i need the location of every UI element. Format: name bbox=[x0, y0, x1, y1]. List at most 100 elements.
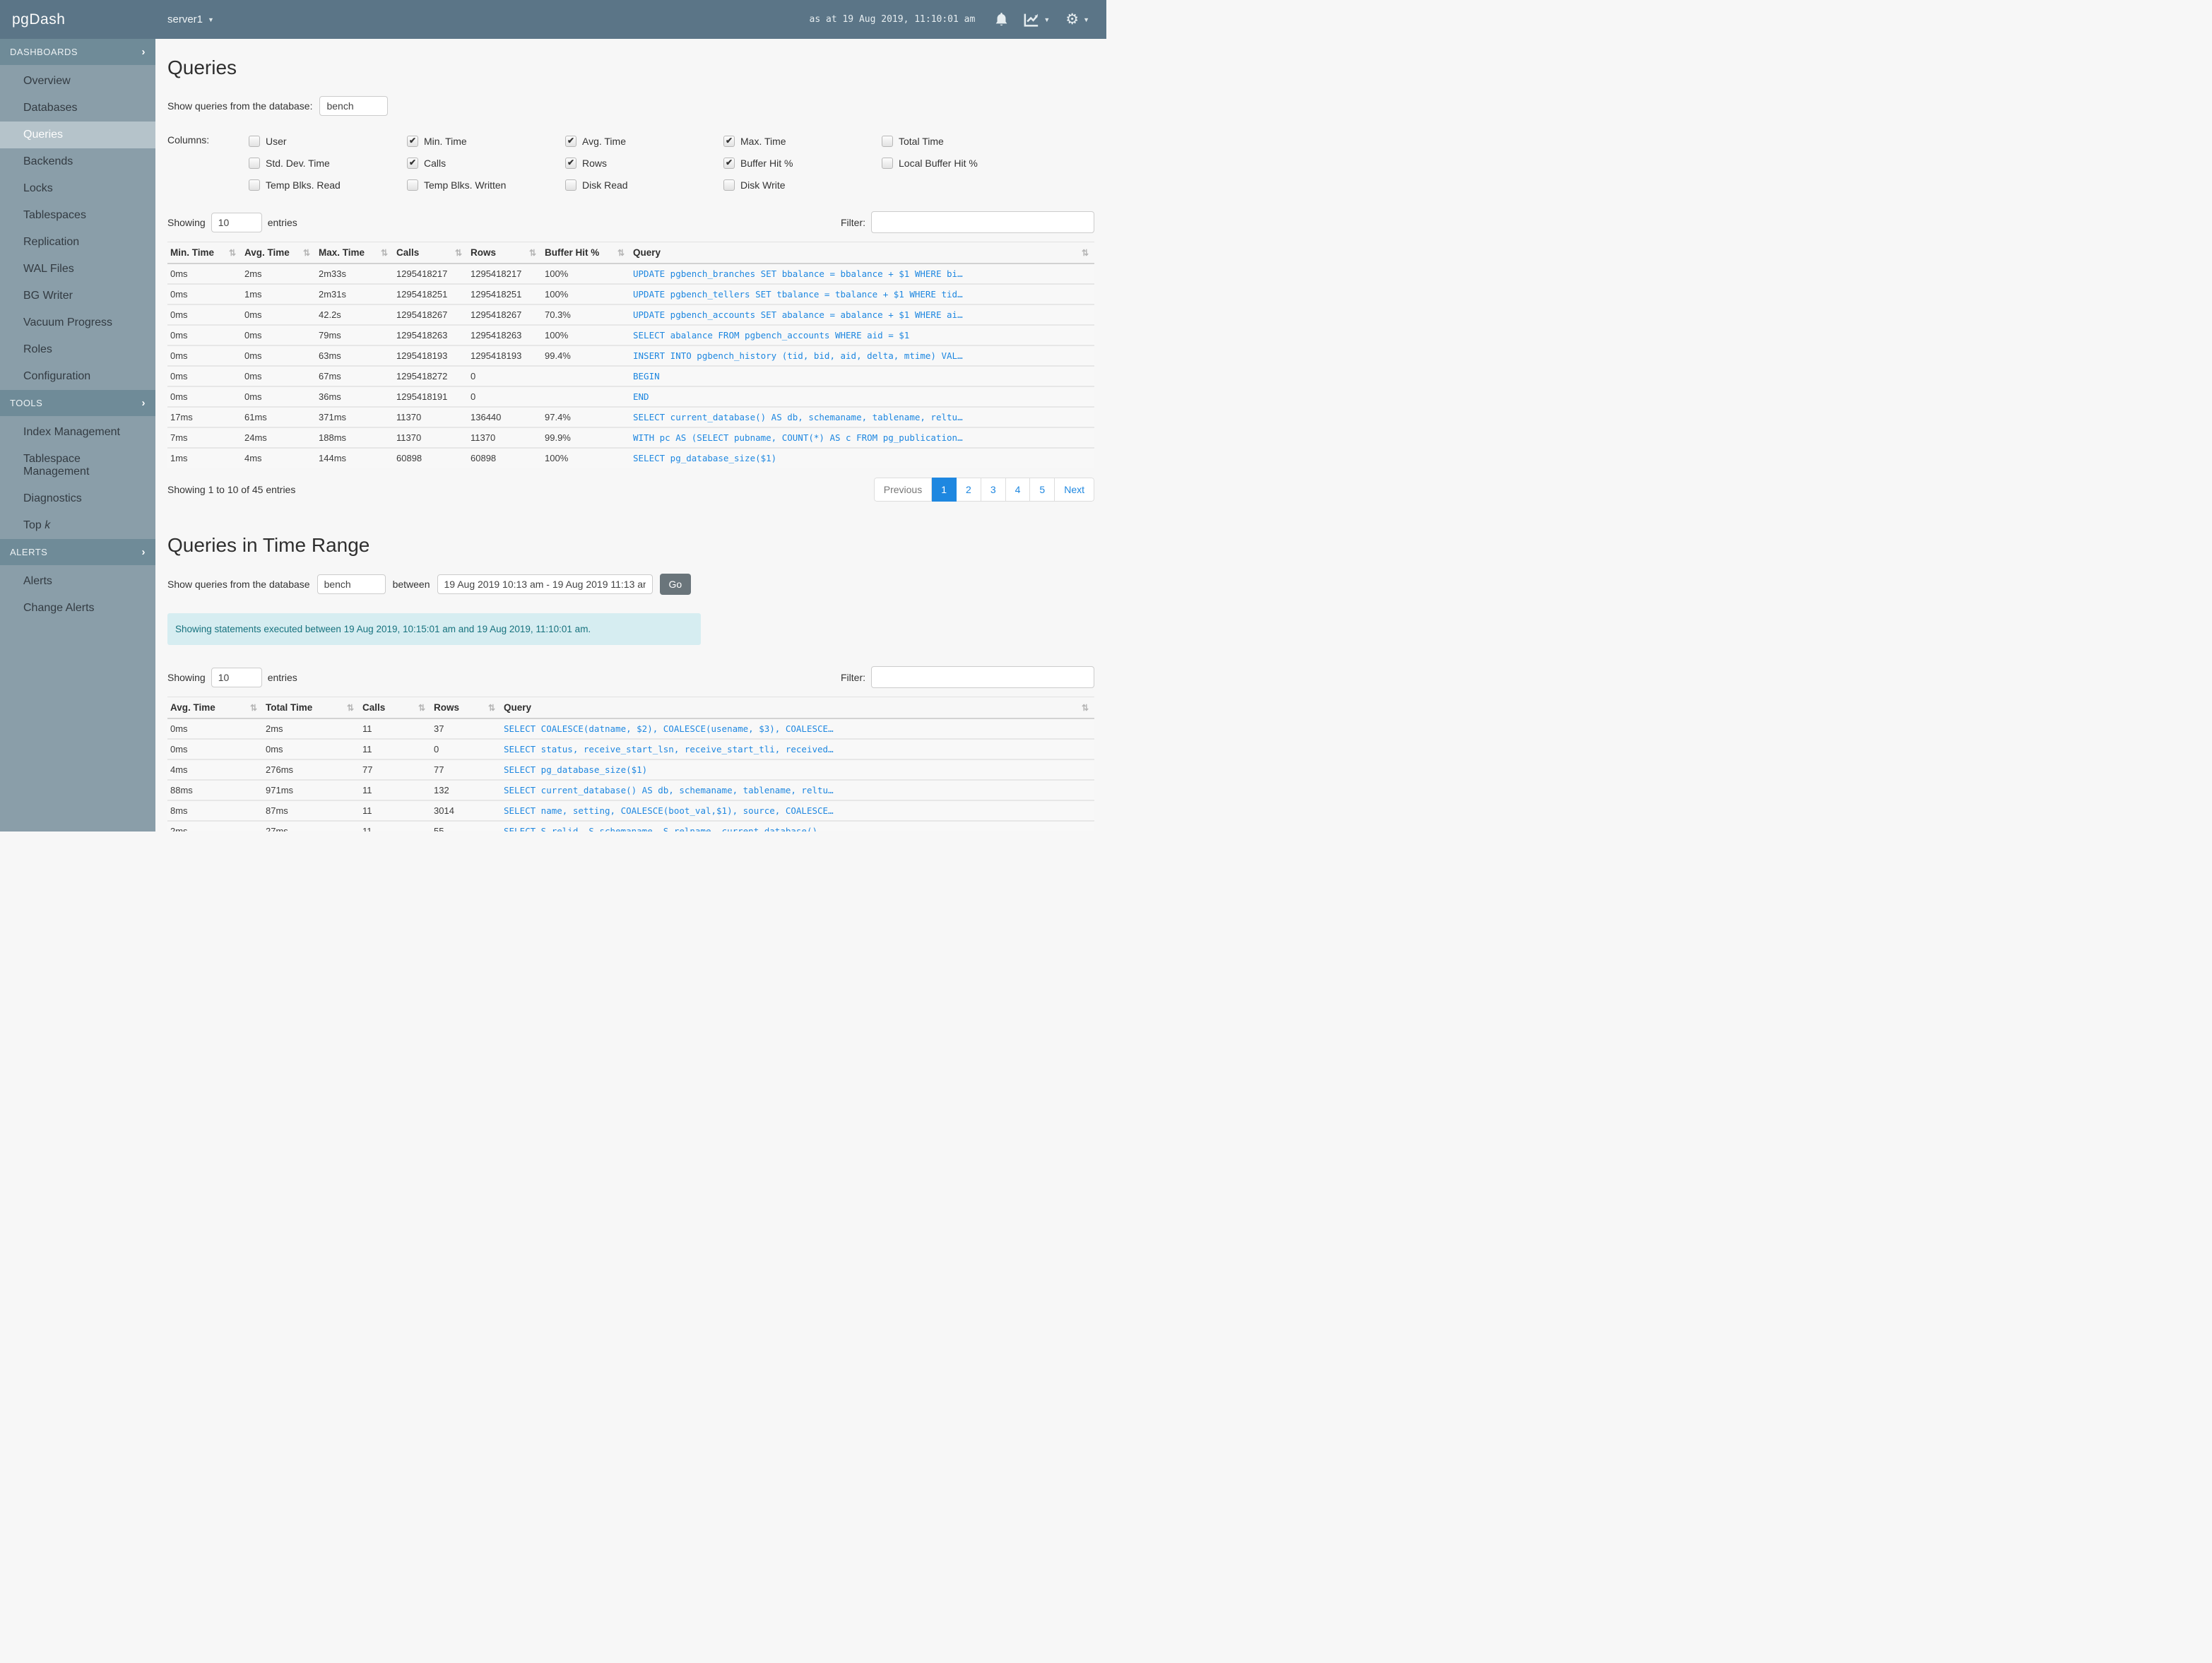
sidebar-section-tools[interactable]: TOOLS › bbox=[0, 390, 155, 416]
checkbox-disk-write[interactable]: Disk Write bbox=[723, 177, 882, 193]
column-header-min-time[interactable]: Min. Time ⇅ bbox=[167, 242, 242, 264]
query-link[interactable]: UPDATE pgbench_accounts SET abalance = a… bbox=[633, 309, 963, 320]
sidebar-item-databases[interactable]: Databases bbox=[0, 95, 155, 122]
sidebar-item-alerts[interactable]: Alerts bbox=[0, 568, 155, 595]
sidebar-item-diagnostics[interactable]: Diagnostics bbox=[0, 485, 155, 512]
query-link[interactable]: END bbox=[633, 391, 649, 402]
checkbox-buffer-hit[interactable]: Buffer Hit % bbox=[723, 155, 882, 171]
checkbox-min-time[interactable]: Min. Time bbox=[407, 133, 565, 149]
checkbox-box[interactable] bbox=[565, 179, 576, 191]
page-size-input[interactable] bbox=[211, 212, 262, 232]
checkbox-box[interactable] bbox=[565, 157, 576, 169]
column-header-rows[interactable]: Rows ⇅ bbox=[431, 697, 501, 719]
query-link[interactable]: UPDATE pgbench_branches SET bbalance = b… bbox=[633, 268, 963, 279]
checkbox-disk-read[interactable]: Disk Read bbox=[565, 177, 723, 193]
checkbox-box[interactable] bbox=[723, 157, 735, 169]
checkbox-calls[interactable]: Calls bbox=[407, 155, 565, 171]
column-header-calls[interactable]: Calls ⇅ bbox=[394, 242, 468, 264]
checkbox-box[interactable] bbox=[407, 135, 418, 147]
settings-menu-button[interactable]: ⚙ ▼ bbox=[1065, 12, 1089, 27]
table-row: 8ms 87ms 11 3014 SELECT name, setting, COALE… bbox=[167, 800, 1094, 821]
column-header-avg-time[interactable]: Avg. Time ⇅ bbox=[242, 242, 316, 264]
sidebar-item-locks[interactable]: Locks bbox=[0, 175, 155, 202]
page-size-input[interactable] bbox=[211, 667, 262, 687]
query-link[interactable]: SELECT current_database() AS db, scheman… bbox=[633, 412, 963, 422]
checkbox-max-time[interactable]: Max. Time bbox=[723, 133, 882, 149]
checkbox-box[interactable] bbox=[723, 135, 735, 147]
sidebar-item-change-alerts[interactable]: Change Alerts bbox=[0, 595, 155, 622]
sidebar-item-overview[interactable]: Overview bbox=[0, 68, 155, 95]
query-link[interactable]: WITH pc AS (SELECT pubname, COUNT(*) AS … bbox=[633, 432, 963, 443]
column-header-calls[interactable]: Calls ⇅ bbox=[360, 697, 431, 719]
column-header-query[interactable]: Query ⇅ bbox=[630, 242, 1094, 264]
checkbox-temp-blks-read[interactable]: Temp Blks. Read bbox=[249, 177, 407, 193]
checkbox-rows[interactable]: Rows bbox=[565, 155, 723, 171]
checkbox-box[interactable] bbox=[249, 157, 260, 169]
column-header-max-time[interactable]: Max. Time ⇅ bbox=[316, 242, 394, 264]
checkbox-box[interactable] bbox=[249, 179, 260, 191]
time-range-database-input[interactable] bbox=[317, 574, 386, 594]
checkbox-std-dev-time[interactable]: Std. Dev. Time bbox=[249, 155, 407, 171]
sidebar-item-replication[interactable]: Replication bbox=[0, 229, 155, 256]
sidebar-section-dashboards[interactable]: DASHBOARDS › bbox=[0, 39, 155, 65]
checkbox-box[interactable] bbox=[882, 135, 893, 147]
query-link[interactable]: BEGIN bbox=[633, 371, 660, 381]
checkbox-avg-time[interactable]: Avg. Time bbox=[565, 133, 723, 149]
pagination-next[interactable]: Next bbox=[1055, 478, 1094, 502]
query-link[interactable]: SELECT COALESCE(datname, $2), COALESCE(u… bbox=[504, 723, 834, 734]
pagination-previous[interactable]: Previous bbox=[873, 478, 933, 502]
checkbox-total-time[interactable]: Total Time bbox=[882, 133, 1040, 149]
sidebar-item-backends[interactable]: Backends bbox=[0, 148, 155, 175]
column-header-buffer-hit[interactable]: Buffer Hit % ⇅ bbox=[542, 242, 630, 264]
sidebar-section-alerts[interactable]: ALERTS › bbox=[0, 539, 155, 565]
query-link[interactable]: SELECT current_database() AS db, scheman… bbox=[504, 785, 834, 795]
checkbox-box[interactable] bbox=[882, 157, 893, 169]
checkbox-box[interactable] bbox=[565, 135, 576, 147]
sidebar-item-top-k[interactable]: Top k bbox=[0, 512, 155, 539]
pagination-page-5[interactable]: 5 bbox=[1030, 478, 1055, 502]
sidebar-item-bg-writer[interactable]: BG Writer bbox=[0, 283, 155, 309]
sidebar-item-tablespace-management[interactable]: Tablespace Management bbox=[0, 446, 155, 485]
column-header-query[interactable]: Query ⇅ bbox=[501, 697, 1094, 719]
go-button[interactable]: Go bbox=[659, 574, 692, 595]
charts-menu-button[interactable]: ▼ bbox=[1024, 13, 1050, 27]
pagination-page-2[interactable]: 2 bbox=[957, 478, 981, 502]
column-header-avg-time[interactable]: Avg. Time ⇅ bbox=[167, 697, 263, 719]
column-header-rows[interactable]: Rows ⇅ bbox=[468, 242, 542, 264]
query-link[interactable]: SELECT status, receive_start_lsn, receiv… bbox=[504, 744, 834, 754]
checkbox-temp-blks-written[interactable]: Temp Blks. Written bbox=[407, 177, 565, 193]
sidebar-item-roles[interactable]: Roles bbox=[0, 336, 155, 363]
time-range-input[interactable] bbox=[437, 574, 653, 594]
sidebar-item-wal-files[interactable]: WAL Files bbox=[0, 256, 155, 283]
checkbox-box[interactable] bbox=[407, 179, 418, 191]
database-input[interactable] bbox=[319, 96, 389, 116]
query-link[interactable]: SELECT pg_database_size($1) bbox=[504, 764, 647, 775]
filter-input[interactable] bbox=[871, 666, 1094, 688]
server-selector[interactable]: server1 ▼ bbox=[167, 13, 214, 25]
sidebar-item-tablespaces[interactable]: Tablespaces bbox=[0, 202, 155, 229]
sort-icon: ⇅ bbox=[1081, 702, 1089, 713]
pagination-page-4[interactable]: 4 bbox=[1005, 478, 1031, 502]
notifications-bell-icon[interactable] bbox=[995, 12, 1008, 27]
sidebar-item-queries[interactable]: Queries bbox=[0, 122, 155, 148]
sidebar-item-vacuum-progress[interactable]: Vacuum Progress bbox=[0, 309, 155, 336]
checkbox-box[interactable] bbox=[407, 157, 418, 169]
column-header-total-time[interactable]: Total Time ⇅ bbox=[263, 697, 360, 719]
query-link[interactable]: SELECT name, setting, COALESCE(boot_val,… bbox=[504, 805, 834, 816]
query-link[interactable]: SELECT abalance FROM pgbench_accounts WH… bbox=[633, 330, 909, 341]
query-link[interactable]: SELECT pg_database_size($1) bbox=[633, 453, 776, 463]
checkbox-user[interactable]: User bbox=[249, 133, 407, 149]
pagination-page-3[interactable]: 3 bbox=[981, 478, 1006, 502]
checkbox-label: Buffer Hit % bbox=[740, 157, 793, 169]
app-logo[interactable]: pgDash bbox=[0, 11, 155, 28]
filter-input[interactable] bbox=[871, 211, 1094, 233]
query-link[interactable]: INSERT INTO pgbench_history (tid, bid, a… bbox=[633, 350, 963, 361]
checkbox-local-buffer-hit[interactable]: Local Buffer Hit % bbox=[882, 155, 1040, 171]
checkbox-box[interactable] bbox=[723, 179, 735, 191]
sidebar-item-configuration[interactable]: Configuration bbox=[0, 363, 155, 390]
checkbox-box[interactable] bbox=[249, 135, 260, 147]
sidebar-item-index-management[interactable]: Index Management bbox=[0, 419, 155, 446]
pagination-page-1[interactable]: 1 bbox=[932, 478, 957, 502]
query-link[interactable]: SELECT S.relid, S.schemaname, S.relname,… bbox=[504, 826, 834, 832]
query-link[interactable]: UPDATE pgbench_tellers SET tbalance = tb… bbox=[633, 289, 963, 300]
